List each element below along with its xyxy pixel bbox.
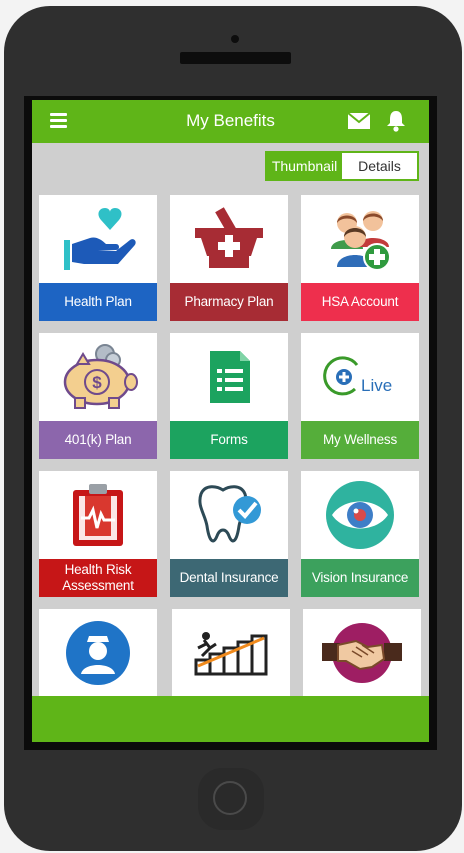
tile-my-wellness[interactable]: Live My Wellness [301,333,419,459]
details-view-button[interactable]: Details [342,153,417,179]
speaker-grille [180,52,291,64]
piggy-bank-icon: $ [39,333,157,421]
tile-label: Vision Insurance [301,559,419,597]
eye-icon [301,471,419,559]
handshake-icon [303,609,421,697]
thumbnail-view-button[interactable]: Thumbnail [267,153,342,179]
app-container: My Benefits Thumbnail Details Health Pla… [32,100,429,742]
home-button[interactable] [198,768,264,830]
tooth-check-icon [170,471,288,559]
nurse-icon [39,609,157,697]
stairs-runner-icon [172,609,290,697]
tile-health-risk-assessment[interactable]: Health Risk Assessment [39,471,157,597]
tile-hsa-account[interactable]: HSA Account [301,195,419,321]
people-add-icon [301,195,419,283]
document-form-icon [170,333,288,421]
tile-label: My Wellness [301,421,419,459]
tile-401k-plan[interactable]: $ 401(k) Plan [39,333,157,459]
view-toggle: Thumbnail Details [265,151,419,181]
hand-heart-icon [39,195,157,283]
bell-icon[interactable] [386,110,406,132]
top-app-bar: My Benefits [32,100,429,143]
tile-pharmacy-plan[interactable]: Pharmacy Plan [170,195,288,321]
phone-screen: My Benefits Thumbnail Details Health Pla… [24,96,437,750]
tile-label: Forms [170,421,288,459]
plus-live-icon: Live [301,333,419,421]
camera-dot [231,35,239,43]
mortar-pestle-icon [170,195,288,283]
svg-text:$: $ [92,373,102,392]
bottom-bar [32,696,429,742]
tile-label: 401(k) Plan [39,421,157,459]
tile-label: Dental Insurance [170,559,288,597]
heart-monitor-clipboard-icon [39,471,157,559]
tile-label: Health Plan [39,283,157,321]
tile-label: Pharmacy Plan [170,283,288,321]
tile-label: Health Risk Assessment [39,559,157,597]
tile-forms[interactable]: Forms [170,333,288,459]
envelope-icon[interactable] [347,112,371,129]
tile-vision-insurance[interactable]: Vision Insurance [301,471,419,597]
tile-label: HSA Account [301,283,419,321]
tile-dental-insurance[interactable]: Dental Insurance [170,471,288,597]
live-text: Live [361,376,392,395]
home-button-ring [213,781,247,815]
tile-health-plan[interactable]: Health Plan [39,195,157,321]
